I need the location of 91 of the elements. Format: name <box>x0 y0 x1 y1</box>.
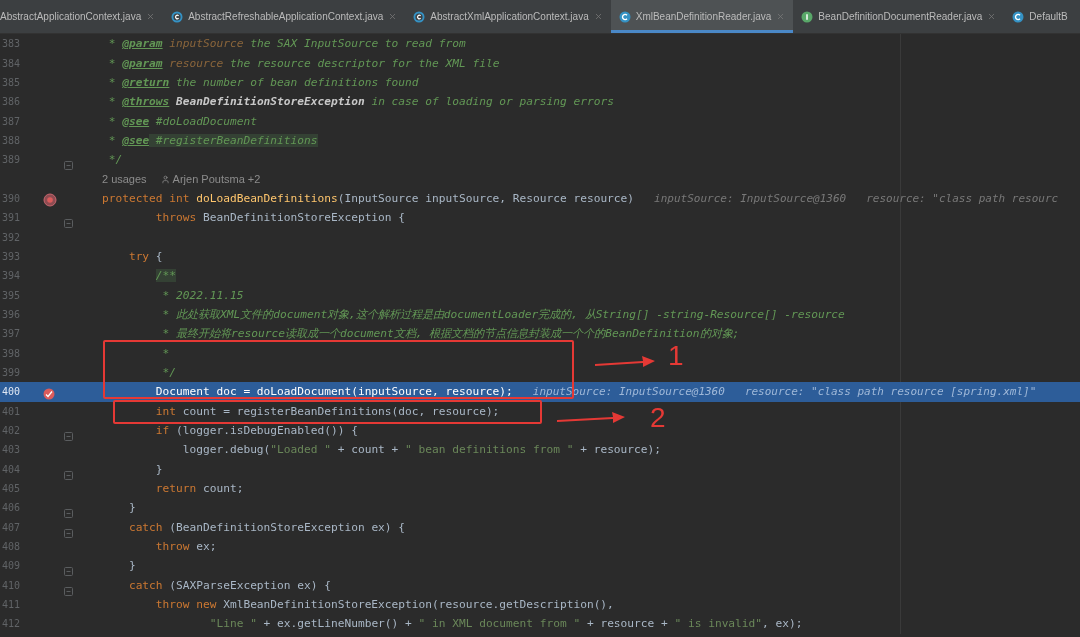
line-number: 401 <box>0 405 20 417</box>
class-icon <box>618 10 631 23</box>
editor-tab[interactable]: BeanDefinitionDocumentReader.java <box>793 0 1005 33</box>
code-line: throw ex; <box>155 540 217 554</box>
close-icon[interactable] <box>987 12 997 21</box>
code-line: * @param inputSource the SAX InputSource to read from <box>108 37 466 51</box>
code-line: catch (SAXParseException ex) { <box>128 578 331 592</box>
code-line: "Line " + ex.getLineNumber() + " in XML document from " + resource + " is invalid", ex); <box>209 617 803 631</box>
code-line: try { <box>128 249 163 263</box>
line-number: 407 <box>0 521 20 533</box>
code-line: * <box>162 346 170 360</box>
code-line: */ <box>162 366 177 379</box>
class-icon <box>1012 10 1025 23</box>
line-number: 410 <box>0 579 20 591</box>
code-line: * 2022.11.15 <box>162 288 244 302</box>
person-icon <box>160 174 170 184</box>
code-line: * @see #registerBeanDefinitions <box>108 133 318 147</box>
abstract-class-icon <box>413 10 426 23</box>
line-number: 396 <box>0 309 20 320</box>
line-number: 404 <box>0 463 20 475</box>
debug-value-hint: resource: "class path resourc <box>866 191 1059 205</box>
code-line: * @see #doLoadDocument <box>108 114 257 128</box>
code-line: * @param resource the resource descriptor for the XML file <box>108 56 500 70</box>
line-number: 388 <box>0 134 20 146</box>
code-line: } <box>128 559 136 573</box>
line-number: 397 <box>0 328 20 340</box>
code-line: */ <box>108 153 123 167</box>
interface-icon <box>801 10 814 23</box>
code-line: if (logger.isDebugEnabled()) { <box>155 424 358 438</box>
line-number: 394 <box>0 270 20 282</box>
line-number: 395 <box>0 289 20 301</box>
editor-tab[interactable]: AbstractRefreshableApplicationContext.java <box>163 0 406 33</box>
line-number: 389 <box>0 154 20 166</box>
line-number: 409 <box>0 560 20 572</box>
line-number: 399 <box>0 367 20 378</box>
author-hint[interactable]: Arjen Poutsma +2 <box>172 173 261 186</box>
line-number: 408 <box>0 541 20 553</box>
line-number: 412 <box>0 618 20 630</box>
line-number: 403 <box>0 444 20 456</box>
code-line: * @return the number of bean definitions found <box>108 75 419 89</box>
editor-tab[interactable]: DefaultB <box>1004 0 1076 33</box>
code-line: throws BeanDefinitionStoreException { <box>155 211 406 225</box>
code-line: * 最终开始将resource读取成一个document文档, 根据文档的节点信息封装成一个个的BeanDefinition的对象; <box>162 326 740 342</box>
line-number: 402 <box>0 425 20 437</box>
line-number: 400 <box>0 386 20 398</box>
code-line: * 此处获取XML文件的document对象,这个解析过程是由documentLoader完成的, 从String[] -string-Resource[] -resource <box>162 307 845 322</box>
code-line: * @throws BeanDefinitionStoreException in case of loading or parsing errors <box>108 95 614 109</box>
line-number: 387 <box>0 115 20 127</box>
code-line: logger.debug("Loaded " + count + " bean definitions from " + resource); <box>182 443 661 457</box>
close-icon[interactable] <box>776 12 786 21</box>
line-number: 405 <box>0 483 20 495</box>
breakpoint-icon[interactable] <box>43 388 55 401</box>
fold-marker-icon[interactable] <box>64 431 73 441</box>
line-number: 393 <box>0 250 20 262</box>
method-breakpoint-icon[interactable] <box>43 192 57 207</box>
line-number: 383 <box>0 38 20 50</box>
code-line: throw new XmlBeanDefinitionStoreException(resource.getDescription(), <box>155 598 614 612</box>
fold-marker-icon[interactable] <box>64 509 73 519</box>
fold-marker-icon[interactable] <box>64 567 73 577</box>
line-number: 406 <box>0 502 20 514</box>
line-number: 398 <box>0 347 20 359</box>
line-number: 392 <box>0 231 20 243</box>
editor-tab[interactable]: XmlBeanDefinitionReader.java <box>610 0 794 33</box>
editor-tab[interactable]: AbstractXmlApplicationContext.java <box>405 0 611 33</box>
close-icon[interactable] <box>593 12 603 21</box>
line-number: 385 <box>0 76 20 88</box>
annotation-number: 2 <box>650 404 666 432</box>
debug-value-hint: resource: "class path resource [spring.xml]" <box>744 385 1037 399</box>
code-line: } <box>128 501 136 515</box>
line-number: 411 <box>0 599 20 611</box>
code-line: protected int doLoadBeanDefinitions(InputSource inputSource, Resource resource) inputSource: InputSource@1360 resource: "class path resourc <box>101 191 1059 205</box>
code-line: int count = registerBeanDefinitions(doc, resource); <box>155 404 500 418</box>
line-number: 384 <box>0 57 20 69</box>
line-number: 391 <box>0 212 20 224</box>
fold-marker-icon[interactable] <box>64 528 73 538</box>
code-line: } <box>155 462 163 476</box>
usages-hint[interactable]: 2 usages <box>101 173 147 186</box>
code-line: return count; <box>155 482 244 496</box>
fold-marker-icon[interactable] <box>64 219 73 229</box>
annotation-number: 1 <box>668 342 684 370</box>
fold-marker-icon[interactable] <box>64 161 73 171</box>
abstract-class-icon <box>171 10 184 23</box>
line-number: 390 <box>0 192 20 204</box>
debug-value-hint: inputSource: InputSource@1360 <box>654 191 847 205</box>
fold-marker-icon[interactable] <box>64 470 73 480</box>
close-icon[interactable] <box>146 12 156 21</box>
fold-marker-icon[interactable] <box>64 586 73 596</box>
close-icon[interactable] <box>388 12 398 21</box>
code-line: catch (BeanDefinitionStoreException ex) { <box>128 520 406 534</box>
editor-tab[interactable]: AbstractApplicationContext.java <box>0 0 164 33</box>
line-number: 386 <box>0 96 20 108</box>
